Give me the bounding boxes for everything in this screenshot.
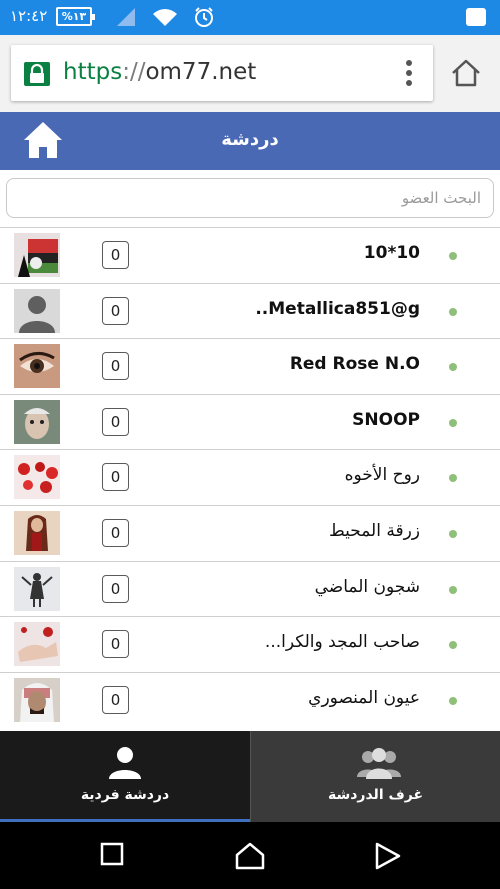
online-status-dot (449, 418, 457, 427)
status-bar: ١٢:٤٢ %١٣ (0, 0, 500, 35)
group-icon (357, 748, 401, 779)
member-name: عيون المنصوري (308, 687, 420, 708)
member-avatar (14, 344, 60, 389)
message-count-badge: 0 (102, 407, 129, 436)
member-avatar (14, 455, 60, 500)
member-row[interactable]: 0 روح الأخوه (0, 449, 500, 505)
member-row[interactable]: 0 10*10 (0, 227, 500, 283)
message-count-badge: 0 (102, 352, 129, 381)
tab-private-chat-label: دردشة فردية (80, 787, 170, 803)
message-count-badge: 0 (102, 518, 129, 547)
user-icon (109, 747, 141, 779)
url-separator: :// (122, 59, 146, 85)
member-avatar (14, 622, 60, 667)
tab-private-chat[interactable]: دردشة فردية (0, 731, 250, 822)
member-row[interactable]: 0 صاحب المجد والكرا... (0, 616, 500, 672)
wifi-icon (153, 9, 177, 26)
message-count-badge: 0 (102, 463, 129, 492)
url-text: https://om77.net (63, 59, 256, 85)
member-name: شجون الماضي (314, 576, 420, 597)
member-name: زرقة المحيط (328, 520, 420, 541)
member-name: Red Rose N.O (289, 354, 420, 375)
member-avatar (14, 566, 60, 611)
app-header: دردشة (0, 112, 500, 170)
online-status-dot (449, 641, 457, 650)
member-row[interactable]: 0 ..Metallica851@g (0, 282, 500, 339)
alarm-icon (195, 7, 213, 27)
member-name: صاحب المجد والكرا... (264, 632, 420, 653)
member-name: 10*10 (363, 243, 420, 263)
system-nav-bar (0, 822, 500, 889)
battery-indicator: %١٣ (56, 7, 95, 26)
clock: ١٢:٤٢ (10, 7, 48, 25)
online-status-dot (449, 307, 457, 316)
search-bar (0, 170, 500, 227)
message-count-badge: 0 (102, 630, 129, 659)
message-count-badge: 0 (102, 685, 129, 714)
online-status-dot (449, 585, 457, 594)
member-avatar (14, 399, 60, 444)
message-count-badge: 0 (102, 241, 129, 269)
member-name: روح الأخوه (344, 465, 420, 486)
bottom-tab-bar: دردشة فردية غرف الدردشة (0, 731, 500, 822)
chat-notification-icon (466, 8, 486, 26)
online-status-dot (449, 252, 457, 260)
member-avatar (14, 288, 60, 333)
member-avatar (14, 510, 60, 555)
online-status-dot (449, 474, 457, 483)
member-avatar (14, 233, 60, 277)
member-row[interactable]: 0 شجون الماضي (0, 560, 500, 617)
message-count-badge: 0 (102, 574, 129, 603)
member-name: SNOOP (352, 409, 420, 430)
page-title: دردشة (221, 129, 279, 150)
recents-icon[interactable] (100, 842, 124, 866)
member-search-input[interactable] (6, 178, 494, 218)
browser-home-icon[interactable] (450, 57, 482, 89)
online-status-dot (449, 696, 457, 705)
message-count-badge: 0 (102, 296, 129, 325)
member-row[interactable]: 0 عيون المنصوري (0, 671, 500, 728)
member-row[interactable]: 0 Red Rose N.O (0, 338, 500, 394)
url-scheme: https (63, 59, 123, 85)
member-name: ..Metallica851@g (255, 298, 420, 319)
browser-toolbar: https://om77.net (0, 35, 500, 112)
overflow-menu-icon[interactable] (405, 59, 413, 87)
url-host: om77.net (145, 59, 257, 85)
member-row[interactable]: 0 SNOOP (0, 393, 500, 450)
member-avatar (14, 677, 60, 722)
member-list: 0 10*10 0 ..Metallica851@g 0 Red Rose N.O 0 SNO… (0, 227, 500, 728)
system-home-icon[interactable] (235, 842, 265, 870)
signal-icon (117, 8, 135, 26)
lock-icon (24, 62, 50, 86)
address-bar[interactable]: https://om77.net (11, 45, 433, 101)
tab-chat-rooms-label: غرف الدردشة (327, 787, 424, 803)
online-status-dot (449, 363, 457, 372)
online-status-dot (449, 529, 457, 538)
member-row[interactable]: 0 زرقة المحيط (0, 504, 500, 561)
back-icon[interactable] (375, 842, 401, 870)
tab-chat-rooms[interactable]: غرف الدردشة (250, 731, 500, 822)
